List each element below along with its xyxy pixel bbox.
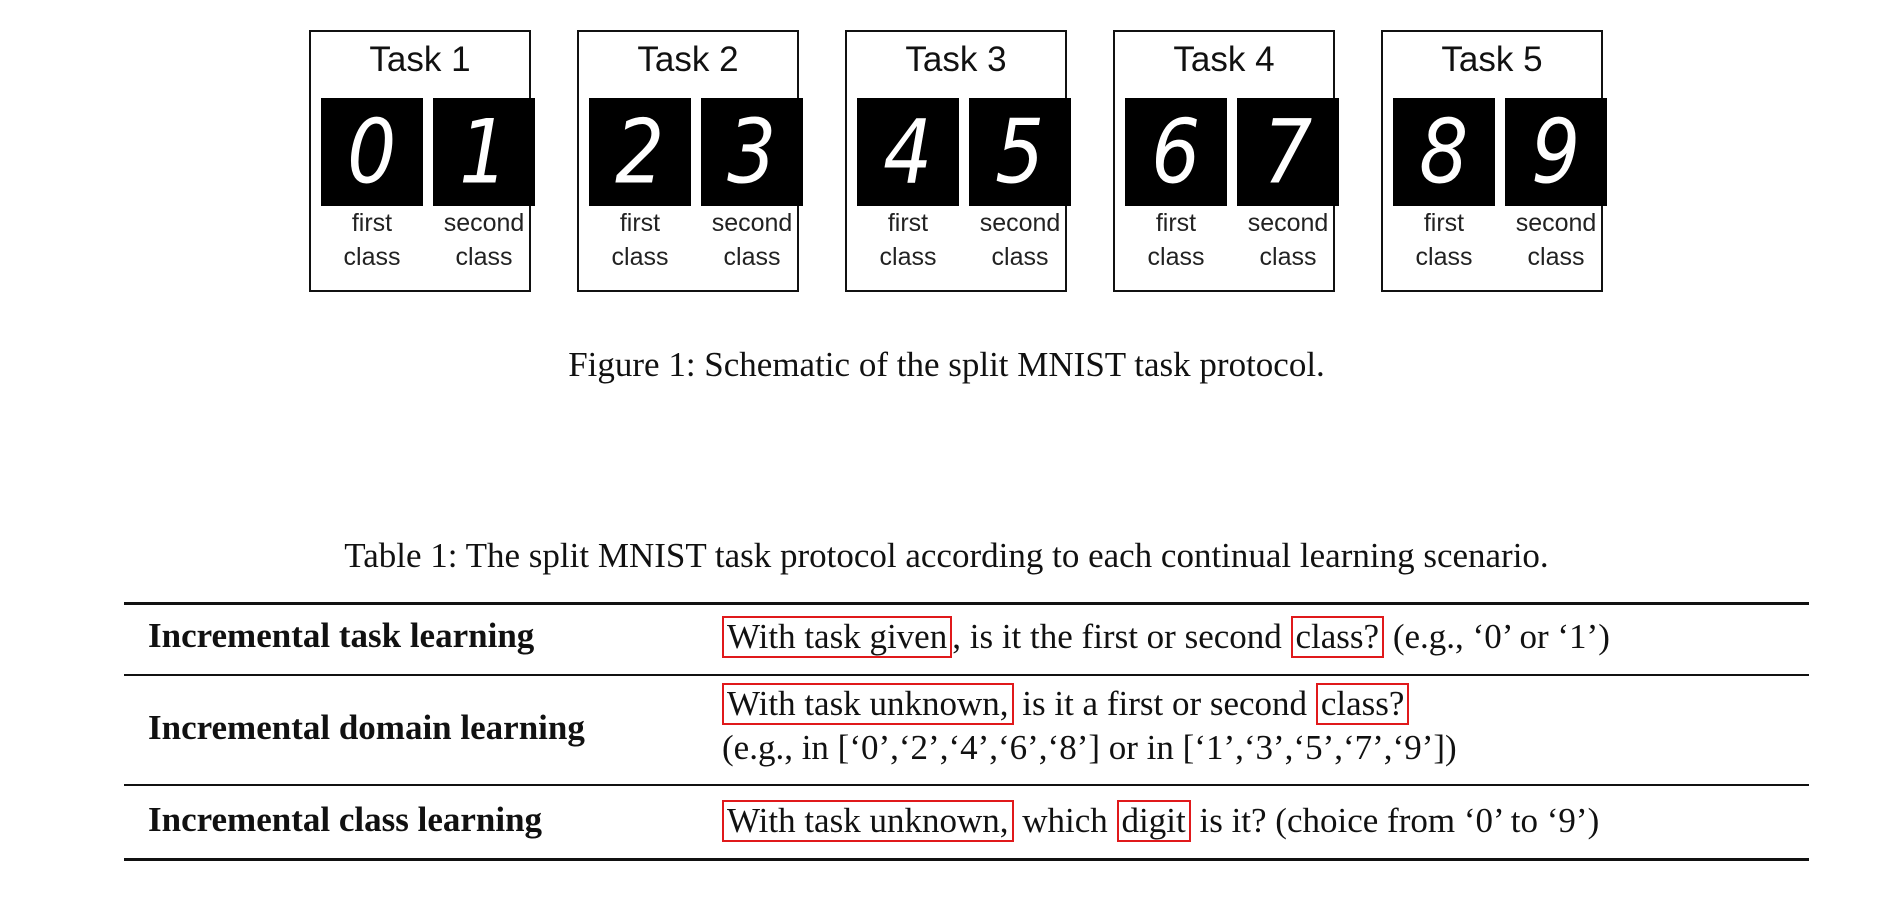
highlight-box: class? — [1290, 616, 1385, 658]
first-class-label: first class — [1415, 209, 1473, 271]
question-line-1: With task unknown, is it a first or seco… — [722, 682, 1457, 726]
table-bottom-rule — [124, 858, 1809, 861]
table-top-rule — [124, 602, 1809, 605]
table-caption: Table 1: The split MNIST task protocol a… — [344, 536, 1549, 575]
digit-glyph: 1 — [459, 100, 509, 204]
first-class-label: first class — [611, 209, 669, 271]
digit-image-first: 8 — [1393, 98, 1495, 206]
digit-glyph: 6 — [1151, 100, 1201, 204]
second-class-label: second class — [1515, 209, 1597, 271]
question-text: , is it the first or second — [952, 617, 1291, 656]
figure-caption: Figure 1: Schematic of the split MNIST t… — [568, 345, 1325, 384]
second-class-label: second class — [711, 209, 793, 271]
digit-glyph: 2 — [615, 100, 665, 204]
task-box-3: Task 3 4 5 first class second class — [845, 30, 1071, 292]
question-text: is it a first or second — [1013, 684, 1316, 723]
digit-glyph: 7 — [1263, 100, 1313, 204]
task-title: Task 3 — [905, 40, 1007, 79]
table-row-rule — [124, 784, 1809, 786]
highlight-box: With task unknown, — [722, 800, 1014, 842]
second-class-label: second class — [1247, 209, 1329, 271]
digit-image-second: 3 — [701, 98, 803, 206]
task-box-1: Task 1 0 1 first class second class — [309, 30, 535, 292]
row-scenario-domain: Incremental domain learning — [148, 708, 585, 747]
question-line-2: (e.g., in [‘0’,‘2’,‘4’,‘6’,‘8’] or in [‘… — [722, 728, 1457, 767]
highlight-box: With task given — [722, 616, 953, 658]
first-class-label: first class — [343, 209, 401, 271]
digit-image-second: 5 — [969, 98, 1071, 206]
digit-image-first: 2 — [589, 98, 691, 206]
digit-glyph: 4 — [883, 100, 933, 204]
task-title: Task 4 — [1173, 40, 1275, 79]
row-scenario-task: Incremental task learning — [148, 616, 535, 655]
task-title: Task 5 — [1441, 40, 1543, 79]
second-class-label: second class — [443, 209, 525, 271]
task-box-4: Task 4 6 7 first class second class — [1113, 30, 1339, 292]
row-question-class: With task unknown, which digit is it? (c… — [722, 799, 1599, 843]
row-question-domain: With task unknown, is it a first or seco… — [722, 682, 1457, 770]
digit-image-second: 1 — [433, 98, 535, 206]
question-text: (e.g., ‘0’ or ‘1’) — [1384, 617, 1610, 656]
second-class-label: second class — [979, 209, 1061, 271]
digit-image-first: 6 — [1125, 98, 1227, 206]
question-text: which — [1013, 801, 1117, 840]
task-title: Task 1 — [369, 40, 471, 79]
highlight-box: digit — [1116, 800, 1191, 842]
task-title: Task 2 — [637, 40, 739, 79]
digit-glyph: 5 — [995, 100, 1045, 204]
task-box-2: Task 2 2 3 first class second class — [577, 30, 803, 292]
highlight-box: class? — [1315, 683, 1410, 725]
question-text: is it? (choice from ‘0’ to ‘9’) — [1190, 801, 1600, 840]
digit-glyph: 3 — [727, 100, 777, 204]
digit-glyph: 0 — [347, 100, 397, 204]
highlight-box: With task unknown, — [722, 683, 1014, 725]
digit-image-first: 0 — [321, 98, 423, 206]
row-question-task: With task given, is it the first or seco… — [722, 615, 1610, 659]
task-box-5: Task 5 8 9 first class second class — [1381, 30, 1607, 292]
digit-image-second: 9 — [1505, 98, 1607, 206]
first-class-label: first class — [879, 209, 937, 271]
digit-image-first: 4 — [857, 98, 959, 206]
digit-glyph: 8 — [1419, 100, 1469, 204]
row-scenario-class: Incremental class learning — [148, 800, 543, 839]
digit-image-second: 7 — [1237, 98, 1339, 206]
first-class-label: first class — [1147, 209, 1205, 271]
table-row-rule — [124, 674, 1809, 676]
digit-glyph: 9 — [1531, 100, 1581, 204]
